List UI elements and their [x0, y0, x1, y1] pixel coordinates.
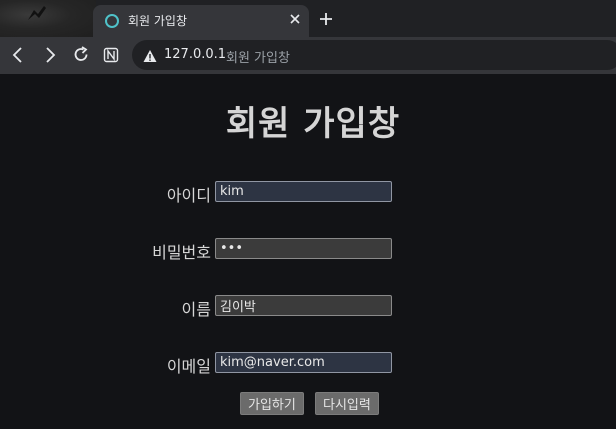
email-input[interactable]	[215, 352, 392, 373]
back-icon[interactable]	[8, 45, 28, 65]
name-input[interactable]	[215, 295, 392, 316]
address-host: 127.0.0.1	[164, 47, 227, 62]
tab-strip-decoration	[0, 0, 96, 37]
email-label: 이메일	[166, 357, 211, 376]
site-favicon-icon	[105, 14, 119, 28]
reload-icon[interactable]	[71, 45, 91, 65]
reset-button[interactable]: 다시입력	[315, 392, 379, 415]
form-row-email: 이메일	[0, 352, 616, 376]
id-input[interactable]	[215, 181, 392, 202]
tab-title: 회원 가입창	[128, 14, 188, 28]
reader-mode-icon[interactable]	[101, 45, 121, 65]
submit-button[interactable]: 가입하기	[240, 392, 304, 415]
forward-icon[interactable]	[40, 45, 60, 65]
form-row-name: 이름	[0, 295, 616, 319]
leaf-icon	[26, 4, 48, 22]
page-content: 회원 가입창 아이디 비밀번호 이름 이메일 가입하기 다시입력	[0, 74, 616, 429]
id-label: 아이디	[166, 186, 211, 205]
close-icon[interactable]	[286, 10, 304, 28]
name-label: 이름	[181, 300, 211, 319]
password-label: 비밀번호	[152, 243, 211, 262]
form-row-id: 아이디	[0, 181, 616, 205]
tab-strip: 회원 가입창	[0, 0, 616, 37]
warning-icon[interactable]	[143, 48, 157, 62]
form-row-password: 비밀번호	[0, 238, 616, 262]
page-title: 회원 가입창	[225, 104, 401, 144]
address-page-title: 회원 가입창	[226, 51, 290, 66]
password-input[interactable]	[215, 238, 392, 259]
plus-icon[interactable]	[316, 9, 336, 29]
browser-toolbar: 127.0.0.1 회원 가입창	[0, 37, 616, 74]
address-bar[interactable]: 127.0.0.1 회원 가입창	[132, 40, 616, 70]
tab-active[interactable]: 회원 가입창	[93, 5, 309, 37]
